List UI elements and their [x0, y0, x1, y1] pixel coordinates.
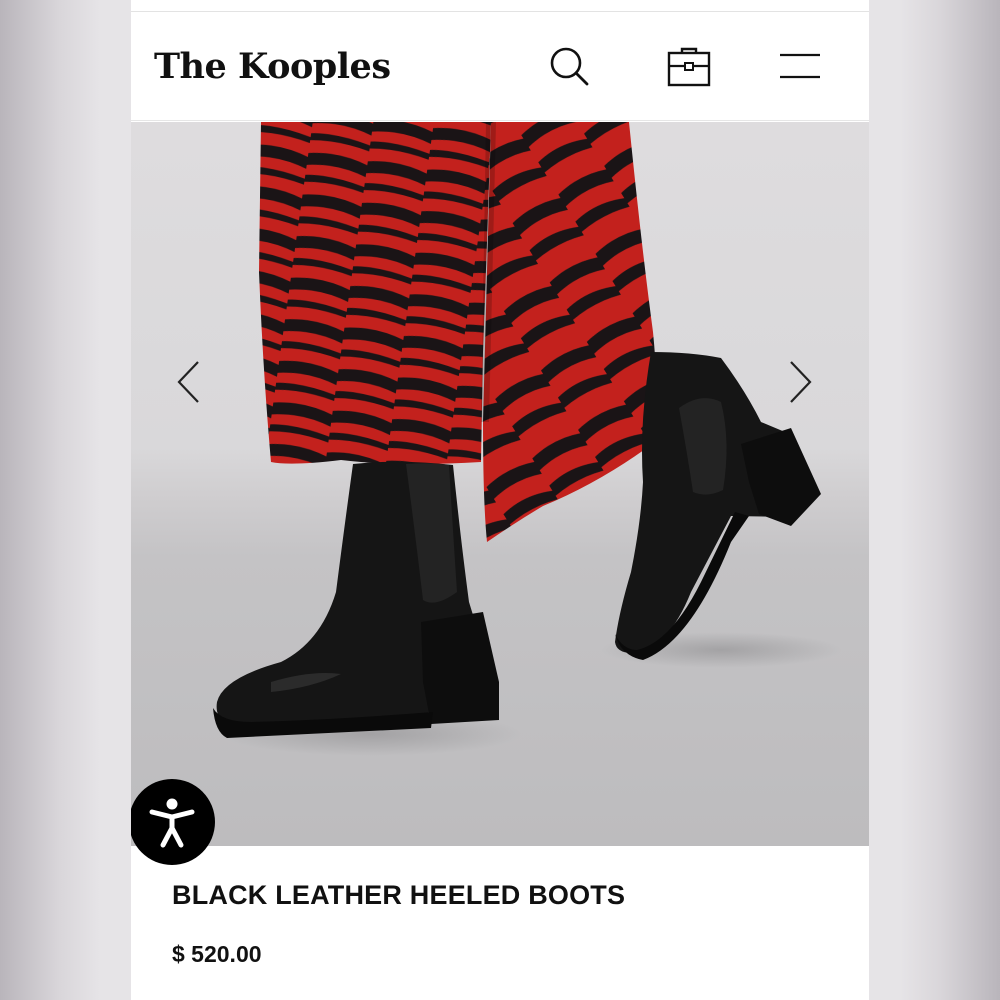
search-button[interactable]: [544, 41, 594, 91]
next-image-button[interactable]: [781, 357, 821, 407]
top-divider: [131, 0, 869, 12]
product-photo: [213, 122, 841, 756]
previous-image-button[interactable]: [168, 357, 208, 407]
chevron-left-icon: [177, 361, 199, 403]
site-header: The Kooples: [131, 13, 869, 121]
accessibility-button[interactable]: [131, 779, 215, 865]
menu-button[interactable]: [775, 41, 825, 91]
search-icon: [550, 47, 589, 86]
product-price: $ 520.00: [172, 941, 262, 967]
product-title: BLACK LEATHER HEELED BOOTS: [172, 880, 626, 910]
accessibility-icon: [149, 798, 195, 848]
product-image-carousel[interactable]: [131, 122, 869, 846]
chevron-right-icon: [790, 361, 812, 403]
shopping-bag-button[interactable]: [664, 41, 714, 91]
brand-logo[interactable]: The Kooples: [154, 46, 391, 87]
app-frame: The Kooples BLACK LEATHER HEELED BOOTS $…: [131, 0, 869, 1000]
shopping-bag-icon: [667, 47, 711, 87]
menu-icon: [780, 53, 820, 79]
